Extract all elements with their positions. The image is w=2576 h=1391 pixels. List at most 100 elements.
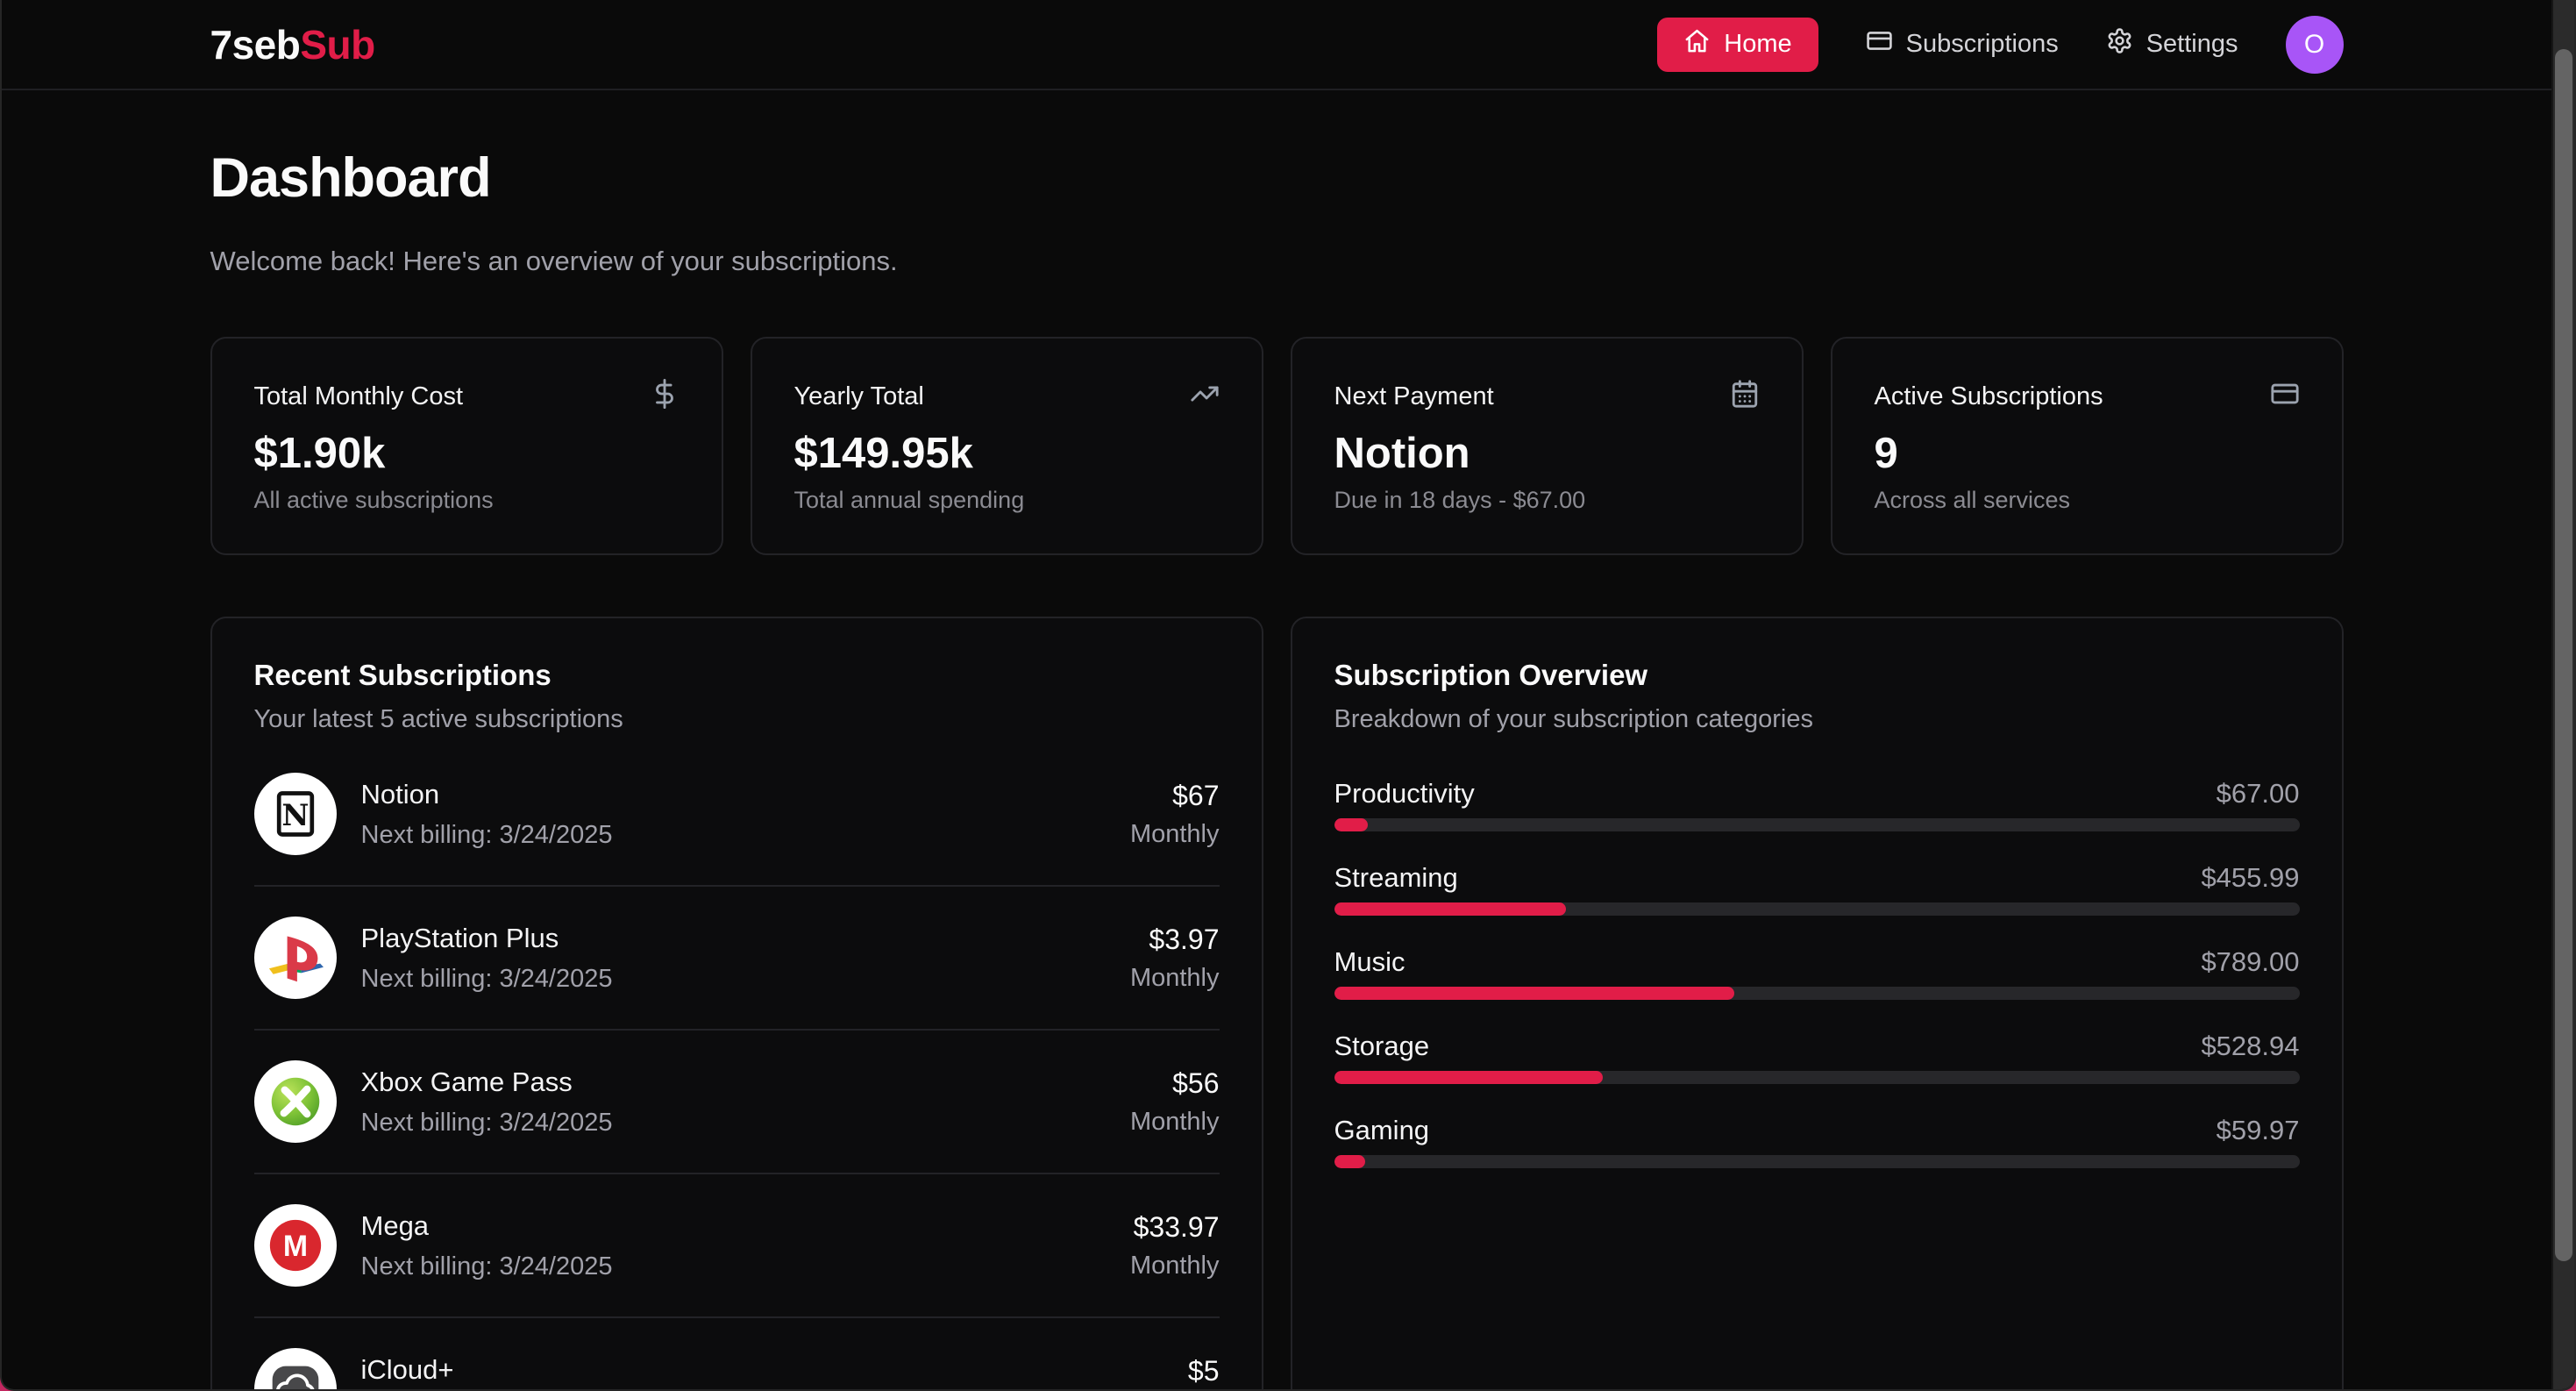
subscription-row: Xbox Game Pass Next billing: 3/24/2025 $… [254, 1029, 1220, 1173]
recent-subscriptions-panel: Recent Subscriptions Your latest 5 activ… [210, 617, 1263, 1391]
subscription-name: Xbox Game Pass [361, 1066, 1106, 1098]
subscription-price: $3.97 [1130, 924, 1220, 955]
category-row: Productivity $67.00 [1334, 778, 2300, 831]
credit-card-icon [1866, 27, 1893, 61]
stat-title: Next Payment [1334, 382, 1494, 411]
recent-panel-subtitle: Your latest 5 active subscriptions [254, 704, 1220, 734]
icloud-icon [254, 1348, 337, 1391]
stat-caption: Total annual spending [794, 487, 1220, 513]
stat-title: Active Subscriptions [1875, 382, 2103, 411]
subscription-name: PlayStation Plus [361, 923, 1106, 954]
stat-value: $1.90k [254, 431, 680, 476]
subscription-billing: Next billing: 3/24/2025 [361, 1252, 1106, 1280]
stat-title: Yearly Total [794, 382, 924, 411]
subscription-billing: Next billing: 3/24/2025 [361, 1109, 1106, 1137]
subscription-price: $5 [1130, 1355, 1220, 1387]
stats-grid: Total Monthly Cost $1.90k All active sub… [210, 337, 2344, 555]
category-row: Storage $528.94 [1334, 1031, 2300, 1084]
app-logo: 7sebSub [210, 21, 375, 68]
category-label: Productivity [1334, 778, 1475, 810]
gear-icon [2106, 27, 2133, 61]
category-label: Gaming [1334, 1115, 1430, 1146]
subscription-cycle: Monthly [1130, 1252, 1220, 1280]
category-list: Productivity $67.00 Streaming $455.99 Mu… [1334, 778, 2300, 1168]
stat-caption: All active subscriptions [254, 487, 680, 513]
app-window: 7sebSub Home Subscriptions [0, 0, 2576, 1391]
category-amount: $789.00 [2201, 946, 2299, 978]
panels-row: Recent Subscriptions Your latest 5 activ… [210, 617, 2344, 1391]
logo-text-primary: 7seb [210, 22, 301, 68]
category-progress-track [1334, 1155, 2300, 1168]
category-progress-fill [1334, 987, 1735, 1000]
svg-text:N: N [281, 797, 309, 832]
subscription-name: Mega [361, 1210, 1106, 1242]
subscription-row: PlayStation Plus Next billing: 3/24/2025… [254, 885, 1220, 1029]
category-progress-track [1334, 902, 2300, 916]
category-row: Streaming $455.99 [1334, 862, 2300, 916]
notion-icon: N [254, 773, 337, 855]
stat-value: $149.95k [794, 431, 1220, 476]
avatar-initial: O [2304, 30, 2324, 60]
subscription-price: $33.97 [1130, 1211, 1220, 1243]
subscription-name: iCloud+ [361, 1354, 1106, 1386]
playstation-icon [254, 917, 337, 999]
stat-caption: Due in 18 days - $67.00 [1334, 487, 1760, 513]
subscription-cycle: Monthly [1130, 820, 1220, 848]
scrollbar-track[interactable] [2551, 0, 2574, 1389]
category-label: Music [1334, 946, 1405, 978]
category-progress-fill [1334, 902, 1566, 916]
category-amount: $59.97 [2217, 1115, 2300, 1146]
stat-card: Total Monthly Cost $1.90k All active sub… [210, 337, 723, 555]
subscription-billing: Next billing: 3/24/2025 [361, 821, 1106, 849]
xbox-icon [254, 1060, 337, 1143]
category-row: Music $789.00 [1334, 946, 2300, 1000]
subscription-row: iCloud+ Next billing: 3/24/2025 $5 Month… [254, 1316, 1220, 1391]
stat-card: Active Subscriptions 9 Across all servic… [1831, 337, 2344, 555]
category-amount: $455.99 [2201, 862, 2299, 894]
nav-home-button[interactable]: Home [1657, 18, 1818, 72]
stat-value: Notion [1334, 431, 1760, 476]
mega-icon: M [254, 1204, 337, 1287]
svg-text:M: M [282, 1230, 307, 1263]
app-viewport: 7sebSub Home Subscriptions [2, 0, 2551, 1389]
page-subtitle: Welcome back! Here's an overview of your… [210, 246, 2344, 276]
calendar-icon [1730, 379, 1760, 413]
subscription-row: N Notion Next billing: 3/24/2025 $67 Mon… [254, 743, 1220, 885]
category-label: Storage [1334, 1031, 1430, 1062]
category-amount: $67.00 [2217, 778, 2300, 810]
stat-card: Next Payment Notion Due in 18 days - $67… [1291, 337, 1804, 555]
dashboard-main: Dashboard Welcome back! Here's an overvi… [210, 90, 2344, 1391]
recent-subscriptions-list: N Notion Next billing: 3/24/2025 $67 Mon… [254, 743, 1220, 1391]
stat-value: 9 [1875, 431, 2300, 476]
nav-home-label: Home [1724, 30, 1791, 59]
credit-card-icon [2270, 379, 2300, 413]
subscription-name: Notion [361, 779, 1106, 810]
subscription-billing: Next billing: 3/24/2025 [361, 965, 1106, 993]
stat-caption: Across all services [1875, 487, 2300, 513]
category-progress-fill [1334, 1071, 1603, 1084]
category-progress-fill [1334, 818, 1369, 831]
nav-subscriptions-link[interactable]: Subscriptions [1866, 27, 2059, 61]
home-icon [1683, 27, 1711, 61]
nav-subscriptions-label: Subscriptions [1906, 30, 2059, 59]
dollar-icon [650, 379, 680, 413]
category-row: Gaming $59.97 [1334, 1115, 2300, 1168]
nav-settings-label: Settings [2146, 30, 2238, 59]
stat-title: Total Monthly Cost [254, 382, 464, 411]
user-avatar[interactable]: O [2286, 16, 2344, 74]
overview-panel-title: Subscription Overview [1334, 659, 2300, 692]
subscription-price: $67 [1130, 780, 1220, 811]
subscription-cycle: Monthly [1130, 1108, 1220, 1136]
recent-panel-title: Recent Subscriptions [254, 659, 1220, 692]
stat-card: Yearly Total $149.95k Total annual spend… [751, 337, 1263, 555]
main-nav: Home Subscriptions Settings [1657, 16, 2343, 74]
scrollbar-thumb[interactable] [2555, 49, 2572, 1261]
category-progress-fill [1334, 1155, 1365, 1168]
category-progress-track [1334, 818, 2300, 831]
subscription-overview-panel: Subscription Overview Breakdown of your … [1291, 617, 2344, 1391]
category-label: Streaming [1334, 862, 1458, 894]
logo-text-accent: Sub [300, 22, 374, 68]
category-progress-track [1334, 1071, 2300, 1084]
subscription-cycle: Monthly [1130, 964, 1220, 992]
nav-settings-link[interactable]: Settings [2106, 27, 2238, 61]
